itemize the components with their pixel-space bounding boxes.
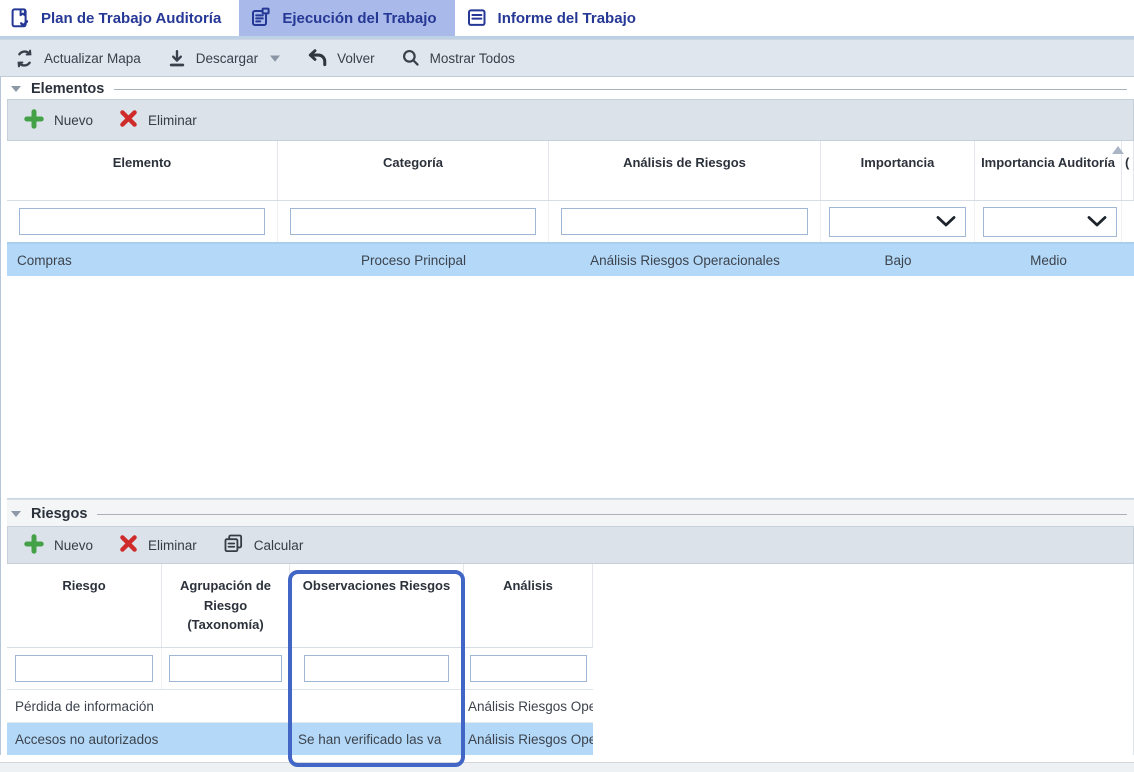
column-header-analisis-de-riesgos[interactable]: Análisis de Riesgos bbox=[549, 141, 821, 200]
elementos-eliminar-button[interactable]: Eliminar bbox=[119, 109, 197, 131]
column-header-importancia-auditoria[interactable]: Importancia Auditoría bbox=[975, 141, 1122, 200]
elementos-row-compras[interactable]: Compras Proceso Principal Análisis Riesg… bbox=[7, 244, 1134, 276]
riesgos-row-accesos[interactable]: Accesos no autorizados Se han verificado… bbox=[7, 723, 593, 755]
section-rule bbox=[97, 514, 1127, 515]
eliminar-label: Eliminar bbox=[148, 538, 197, 553]
audit-app-window: Plan de Trabajo Auditoría Ejecución del … bbox=[0, 0, 1134, 772]
elementos-nuevo-button[interactable]: Nuevo bbox=[24, 109, 93, 132]
filter-elemento-input[interactable] bbox=[19, 208, 265, 235]
cell-importancia: Bajo bbox=[821, 244, 975, 276]
chevron-down-icon bbox=[1086, 215, 1108, 228]
riesgos-table: Riesgo Agrupación de Riesgo (Taxonomía) … bbox=[7, 564, 1134, 755]
nuevo-label: Nuevo bbox=[54, 538, 93, 553]
column-header-analisis[interactable]: Análisis bbox=[464, 564, 593, 647]
riesgos-nuevo-button[interactable]: Nuevo bbox=[24, 534, 93, 557]
cell-categoria: Proceso Principal bbox=[278, 244, 549, 276]
riesgos-toolbar: Nuevo Eliminar Calcular bbox=[7, 526, 1134, 564]
plus-icon bbox=[24, 534, 44, 557]
calcular-label: Calcular bbox=[254, 538, 304, 553]
tab-ejecucion-del-trabajo[interactable]: Ejecución del Trabajo bbox=[239, 0, 454, 36]
riesgos-title: Riesgos bbox=[31, 506, 87, 522]
cell-riesgo: Accesos no autorizados bbox=[7, 723, 162, 755]
filter-importancia-auditoria-select[interactable] bbox=[983, 207, 1117, 237]
elementos-empty-area bbox=[7, 276, 1134, 499]
cell-analisis: Análisis Riesgos Operacionales bbox=[464, 690, 593, 722]
mostrar-todos-label: Mostrar Todos bbox=[430, 51, 515, 66]
column-header-riesgo[interactable]: Riesgo bbox=[7, 564, 162, 647]
bookmark-check-icon bbox=[8, 6, 32, 30]
riesgos-calcular-button[interactable]: Calcular bbox=[223, 533, 304, 557]
riesgos-row-perdida[interactable]: Pérdida de información Análisis Riesgos … bbox=[7, 690, 593, 723]
volver-button[interactable]: Volver bbox=[307, 48, 375, 69]
search-icon bbox=[401, 48, 421, 68]
elementos-header-row: Elemento Categoría Análisis de Riesgos I… bbox=[7, 141, 1134, 201]
download-icon bbox=[167, 48, 187, 69]
tab-informe-del-trabajo[interactable]: Informe del Trabajo bbox=[455, 0, 654, 36]
cell-agrupacion bbox=[162, 690, 290, 722]
collapse-elementos-icon[interactable] bbox=[11, 86, 21, 92]
descargar-label: Descargar bbox=[196, 51, 258, 66]
riesgos-eliminar-button[interactable]: Eliminar bbox=[119, 534, 197, 556]
content-area: Elementos Nuevo Eliminar bbox=[0, 77, 1134, 755]
collapse-riesgos-icon[interactable] bbox=[11, 511, 21, 517]
cell-analisis: Análisis Riesgos Operacionales bbox=[549, 244, 821, 276]
x-icon bbox=[119, 534, 138, 556]
eliminar-label: Eliminar bbox=[148, 113, 197, 128]
column-header-categoria[interactable]: Categoría bbox=[278, 141, 549, 200]
form-edit-icon bbox=[249, 6, 273, 30]
column-header-observaciones-riesgos[interactable]: Observaciones Riesgos bbox=[290, 564, 464, 647]
riesgos-filter-row bbox=[7, 648, 593, 690]
horizontal-scrollbar-track[interactable] bbox=[0, 762, 1134, 772]
cell-observaciones bbox=[290, 690, 464, 722]
cell-importancia-auditoria: Medio bbox=[975, 244, 1122, 276]
elementos-table: Elemento Categoría Análisis de Riesgos I… bbox=[7, 141, 1134, 499]
tab-label: Informe del Trabajo bbox=[498, 10, 636, 27]
plus-icon bbox=[24, 109, 44, 132]
document-lines-icon bbox=[465, 6, 489, 30]
cell-observaciones: Se han verificado las va bbox=[290, 723, 464, 755]
tab-plan-de-trabajo[interactable]: Plan de Trabajo Auditoría bbox=[0, 0, 239, 36]
filter-categoria-input[interactable] bbox=[290, 208, 536, 235]
filter-analisis-riesgo-input[interactable] bbox=[470, 655, 587, 682]
elementos-filter-row bbox=[7, 201, 1134, 244]
scroll-up-icon[interactable] bbox=[1112, 146, 1124, 154]
column-header-importancia[interactable]: Importancia bbox=[821, 141, 975, 200]
refresh-icon bbox=[14, 48, 35, 69]
section-rule bbox=[114, 89, 1127, 90]
filter-riesgo-input[interactable] bbox=[15, 655, 153, 682]
elementos-toolbar: Nuevo Eliminar bbox=[7, 99, 1134, 141]
nuevo-label: Nuevo bbox=[54, 113, 93, 128]
undo-arrow-icon bbox=[307, 48, 328, 69]
column-header-elemento[interactable]: Elemento bbox=[7, 141, 278, 200]
tab-label: Ejecución del Trabajo bbox=[282, 10, 436, 27]
volver-label: Volver bbox=[337, 51, 375, 66]
dropdown-caret-icon[interactable] bbox=[269, 54, 281, 63]
actualizar-mapa-button[interactable]: Actualizar Mapa bbox=[14, 48, 141, 69]
elementos-title: Elementos bbox=[31, 81, 104, 97]
mostrar-todos-button[interactable]: Mostrar Todos bbox=[401, 48, 515, 68]
cell-riesgo: Pérdida de información bbox=[7, 690, 162, 722]
filter-importancia-select[interactable] bbox=[829, 207, 966, 237]
main-toolbar: Actualizar Mapa Descargar bbox=[0, 39, 1134, 77]
column-header-agrupacion[interactable]: Agrupación de Riesgo (Taxonomía) bbox=[162, 564, 290, 647]
elementos-section-header: Elementos bbox=[7, 77, 1134, 99]
top-tab-bar: Plan de Trabajo Auditoría Ejecución del … bbox=[0, 0, 1134, 39]
filter-observaciones-input[interactable] bbox=[304, 655, 449, 682]
chevron-down-icon bbox=[935, 215, 957, 228]
tab-label: Plan de Trabajo Auditoría bbox=[41, 10, 221, 27]
cell-analisis: Análisis Riesgos Operacionales bbox=[464, 723, 593, 755]
x-icon bbox=[119, 109, 138, 131]
actualizar-mapa-label: Actualizar Mapa bbox=[44, 51, 141, 66]
riesgos-header-row: Riesgo Agrupación de Riesgo (Taxonomía) … bbox=[7, 564, 593, 648]
descargar-button[interactable]: Descargar bbox=[167, 48, 281, 69]
riesgos-section-header: Riesgos bbox=[7, 499, 1134, 526]
filter-analisis-input[interactable] bbox=[561, 208, 808, 235]
filter-agrupacion-input[interactable] bbox=[169, 655, 282, 682]
cell-elemento: Compras bbox=[7, 244, 278, 276]
cell-agrupacion bbox=[162, 723, 290, 755]
calculator-sheets-icon bbox=[223, 533, 244, 557]
